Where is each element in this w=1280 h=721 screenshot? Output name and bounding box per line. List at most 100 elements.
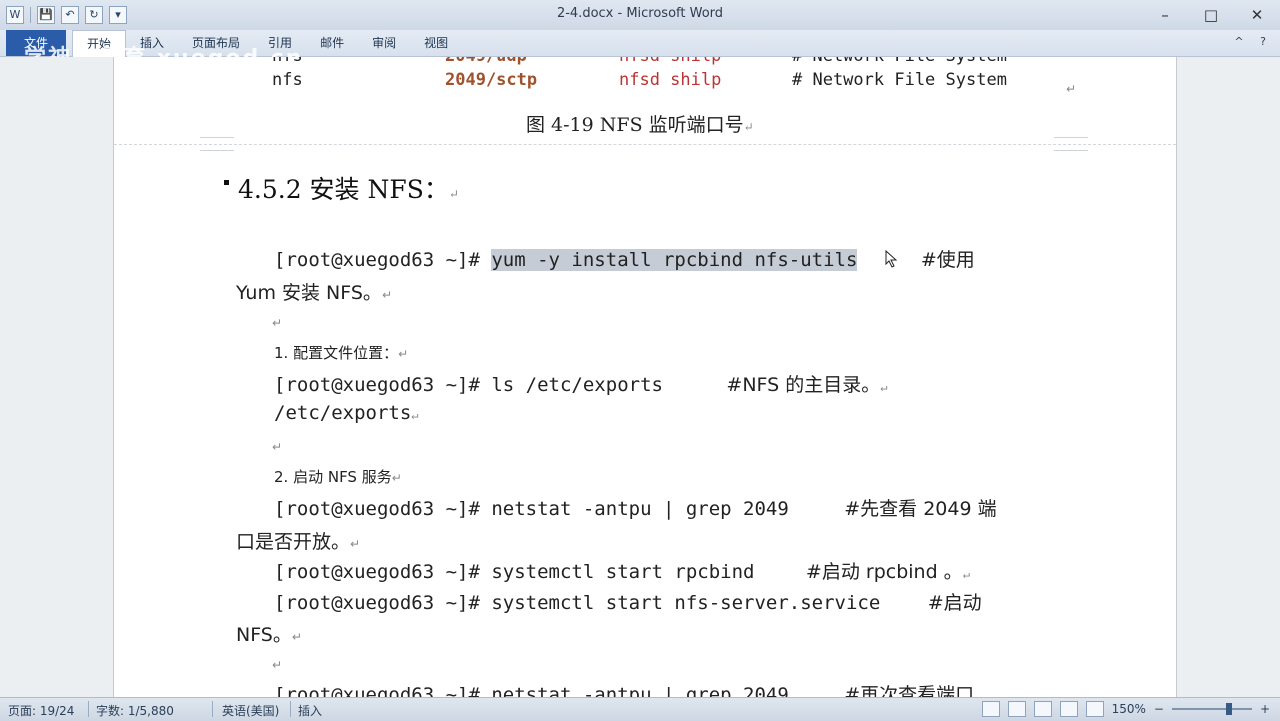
command-text: systemctl start nfs-server.service <box>491 592 881 614</box>
zoom-in-button[interactable]: + <box>1260 702 1270 716</box>
figure-service: nfs <box>272 57 392 66</box>
command-text: systemctl start rpcbind <box>491 561 755 583</box>
outline-view-icon[interactable] <box>1059 701 1078 717</box>
command-comment: #NFS 的主目录。 <box>726 374 881 396</box>
crop-mark <box>200 150 234 151</box>
command-continuation: 口是否开放。↵ <box>236 527 360 554</box>
figure-service: nfs <box>272 70 303 90</box>
paragraph-mark: ↵ <box>350 537 361 551</box>
command-comment: #先查看 2049 端 <box>844 498 997 520</box>
shell-prompt: [root@xuegod63 ~]# <box>274 684 480 697</box>
zoom-slider-handle[interactable] <box>1225 703 1232 715</box>
step-1-label: 1. 配置文件位置：↵ <box>274 342 408 363</box>
shell-prompt: [root@xuegod63 ~]# <box>274 374 480 396</box>
window-controls: – □ ✕ <box>1142 0 1280 30</box>
heading-bullet <box>224 180 229 185</box>
command-text: netstat -antpu | grep 2049 <box>491 498 789 520</box>
figure-port: 2049/udp <box>445 57 565 66</box>
heading-text: 4.5.2 安装 NFS： <box>238 175 449 204</box>
paragraph-mark: ↵ <box>743 120 754 134</box>
section-heading[interactable]: 4.5.2 安装 NFS：↵ <box>238 170 459 206</box>
command-continuation: NFS。↵ <box>236 620 302 647</box>
crop-mark <box>1054 137 1088 138</box>
command-comment: #再次查看端口 <box>844 684 975 697</box>
minimize-button[interactable]: – <box>1142 0 1188 30</box>
page-boundary <box>114 144 1176 145</box>
draft-view-icon[interactable] <box>1085 701 1104 717</box>
tab-review[interactable]: 审阅 <box>358 30 410 56</box>
zoom-level[interactable]: 150% <box>1112 702 1146 716</box>
tab-file[interactable]: 文件 <box>6 30 66 56</box>
crop-mark <box>1054 150 1088 151</box>
collapse-ribbon-icon[interactable]: ^ <box>1232 35 1246 49</box>
separator <box>212 701 213 717</box>
step-text: 2. 启动 NFS 服务 <box>274 468 392 486</box>
document-workspace[interactable]: nfs 2049/udp nfsd shilp # Network File S… <box>0 57 1280 697</box>
shell-prompt: [root@xuegod63 ~]# <box>274 561 480 583</box>
command-line-netstat-again[interactable]: [root@xuegod63 ~]# netstat -antpu | grep… <box>274 680 974 697</box>
close-button[interactable]: ✕ <box>1234 0 1280 30</box>
web-layout-view-icon[interactable] <box>1033 701 1052 717</box>
maximize-button[interactable]: □ <box>1188 0 1234 30</box>
separator <box>88 701 89 717</box>
title-bar: W 💾 ↶ ↻ ▾ 2-4.docx - Microsoft Word – □ … <box>0 0 1280 31</box>
command-line-ls[interactable]: [root@xuegod63 ~]# ls /etc/exports #NFS … <box>274 370 887 397</box>
insert-mode-indicator[interactable]: 插入 <box>298 702 322 719</box>
command-comment: #启动 <box>927 592 982 614</box>
command-continuation: Yum 安装 NFS。↵ <box>236 278 392 305</box>
separator <box>290 701 291 717</box>
print-layout-view-icon[interactable] <box>981 701 1000 717</box>
continuation-text: NFS。 <box>236 624 292 646</box>
paragraph-mark: ↵ <box>272 658 283 672</box>
paragraph-mark: ↵ <box>291 630 302 644</box>
ribbon-controls: ^ ? <box>1232 35 1270 49</box>
shell-prompt: [root@xuegod63 ~]# <box>274 249 480 271</box>
language-indicator[interactable]: 英语(美国) <box>222 702 279 719</box>
word-count[interactable]: 字数: 1/5,880 <box>96 702 174 719</box>
shell-prompt: [root@xuegod63 ~]# <box>274 592 480 614</box>
step-text: 1. 配置文件位置： <box>274 344 399 362</box>
mouse-cursor-icon <box>885 250 897 268</box>
full-screen-view-icon[interactable] <box>1007 701 1026 717</box>
shell-prompt: [root@xuegod63 ~]# <box>274 498 480 520</box>
status-bar: 页面: 19/24 字数: 1/5,880 英语(美国) 插入 150% − + <box>0 697 1280 721</box>
figure-comment: # Network File System <box>792 70 1007 90</box>
paragraph-mark: ↵ <box>1066 82 1077 96</box>
tab-mailings[interactable]: 邮件 <box>306 30 358 56</box>
paragraph-mark: ↵ <box>962 567 970 581</box>
continuation-text: 口是否开放。 <box>236 531 351 553</box>
paragraph-mark: ↵ <box>391 471 402 485</box>
caption-text: 图 4-19 NFS 监听端口号 <box>526 114 744 136</box>
figure-caption: 图 4-19 NFS 监听端口号↵ <box>526 110 754 137</box>
page-count[interactable]: 页面: 19/24 <box>8 702 74 719</box>
command-line-yum[interactable]: [root@xuegod63 ~]# yum -y install rpcbin… <box>274 245 975 272</box>
command-line-rpcbind[interactable]: [root@xuegod63 ~]# systemctl start rpcbi… <box>274 557 970 584</box>
output-text: /etc/exports <box>274 402 412 424</box>
paragraph-mark: ↵ <box>448 187 459 201</box>
command-text: netstat -antpu | grep 2049 <box>491 684 789 697</box>
figure-desc: nfsd shilp <box>619 57 749 66</box>
tab-view[interactable]: 视图 <box>410 30 462 56</box>
tab-references[interactable]: 引用 <box>254 30 306 56</box>
tab-page-layout[interactable]: 页面布局 <box>178 30 254 56</box>
paragraph-mark: ↵ <box>880 380 888 394</box>
step-2-label: 2. 启动 NFS 服务↵ <box>274 466 402 487</box>
selected-command[interactable]: yum -y install rpcbind nfs-utils <box>491 249 858 271</box>
paragraph-mark: ↵ <box>381 288 392 302</box>
document-page[interactable]: nfs 2049/udp nfsd shilp # Network File S… <box>113 57 1177 697</box>
figure-comment: # Network File System <box>792 57 1032 66</box>
command-text: ls /etc/exports <box>491 374 663 396</box>
command-line-nfs-server[interactable]: [root@xuegod63 ~]# systemctl start nfs-s… <box>274 588 982 615</box>
window-title: 2-4.docx - Microsoft Word <box>556 6 724 21</box>
ribbon-tab-bar: 文件 开始 插入 页面布局 引用 邮件 审阅 视图 ^ ? <box>0 30 1280 57</box>
zoom-out-button[interactable]: − <box>1154 702 1164 716</box>
paragraph-mark: ↵ <box>398 347 409 361</box>
tab-home[interactable]: 开始 <box>72 30 127 57</box>
help-icon[interactable]: ? <box>1256 35 1270 49</box>
continuation-text: Yum 安装 NFS。 <box>236 282 382 304</box>
command-comment: #使用 <box>920 249 975 271</box>
paragraph-mark: ↵ <box>272 316 283 330</box>
zoom-slider[interactable] <box>1171 703 1252 715</box>
command-line-netstat[interactable]: [root@xuegod63 ~]# netstat -antpu | grep… <box>274 494 997 521</box>
tab-insert[interactable]: 插入 <box>126 30 178 56</box>
